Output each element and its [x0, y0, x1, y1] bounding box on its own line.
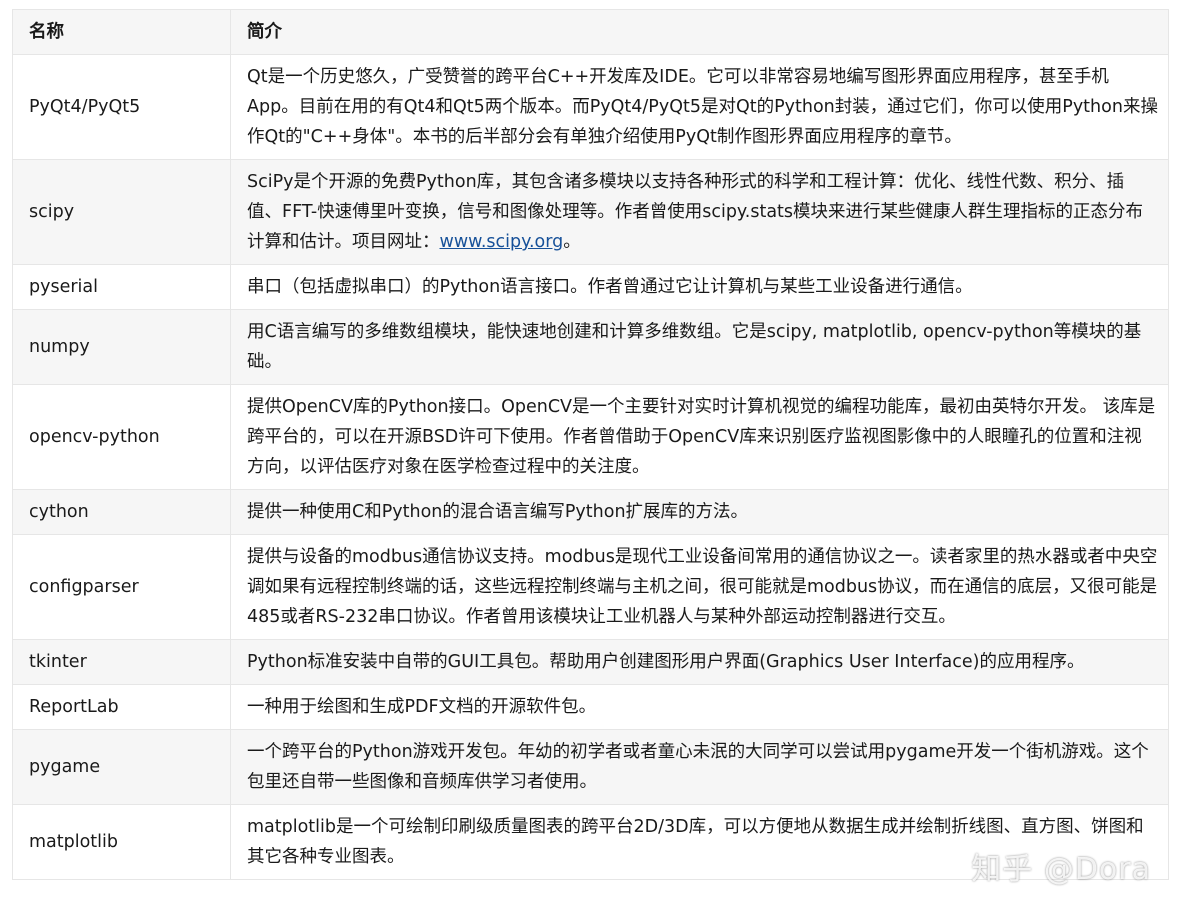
- row-description: 用C语言编写的多维数组模块，能快速地创建和计算多维数组。它是scipy, mat…: [230, 309, 1169, 385]
- row-description: 一种用于绘图和生成PDF文档的开源软件包。: [230, 684, 1169, 730]
- scipy-website-link[interactable]: www.scipy.org: [440, 232, 564, 252]
- row-description-text: SciPy是个开源的免费Python库，其包含诸多模块以支持各种形式的科学和工程…: [247, 172, 1144, 252]
- header-description: 简介: [230, 9, 1169, 55]
- table-row: opencv-python 提供OpenCV库的Python接口。OpenCV是…: [12, 384, 1169, 490]
- row-description: Python标准安装中自带的GUI工具包。帮助用户创建图形用户界面(Graphi…: [230, 639, 1169, 685]
- table-row: pyserial 串口（包括虚拟串口）的Python语言接口。作者曾通过它让计算…: [12, 264, 1169, 310]
- row-description: Qt是一个历史悠久，广受赞誉的跨平台C++开发库及IDE。它可以非常容易地编写图…: [230, 54, 1169, 160]
- table-row: ReportLab 一种用于绘图和生成PDF文档的开源软件包。: [12, 684, 1169, 730]
- table-row: pygame 一个跨平台的Python游戏开发包。年幼的初学者或者童心未泯的大同…: [12, 729, 1169, 805]
- watermark: 知乎 @Dora: [971, 852, 1151, 887]
- table-header-row: 名称 简介: [12, 9, 1169, 55]
- row-name: opencv-python: [12, 384, 231, 490]
- row-description: SciPy是个开源的免费Python库，其包含诸多模块以支持各种形式的科学和工程…: [230, 159, 1169, 265]
- row-name: scipy: [12, 159, 231, 265]
- row-description: 一个跨平台的Python游戏开发包。年幼的初学者或者童心未泯的大同学可以尝试用p…: [230, 729, 1169, 805]
- table-row: scipy SciPy是个开源的免费Python库，其包含诸多模块以支持各种形式…: [12, 159, 1169, 265]
- table-row: cython 提供一种使用C和Python的混合语言编写Python扩展库的方法…: [12, 489, 1169, 535]
- row-name: pyserial: [12, 264, 231, 310]
- row-description: 提供与设备的modbus通信协议支持。modbus是现代工业设备间常用的通信协议…: [230, 534, 1169, 640]
- row-description-suffix: 。: [563, 232, 581, 252]
- row-description: 串口（包括虚拟串口）的Python语言接口。作者曾通过它让计算机与某些工业设备进…: [230, 264, 1169, 310]
- table-row: tkinter Python标准安装中自带的GUI工具包。帮助用户创建图形用户界…: [12, 639, 1169, 685]
- table-row: numpy 用C语言编写的多维数组模块，能快速地创建和计算多维数组。它是scip…: [12, 309, 1169, 385]
- row-name: configparser: [12, 534, 231, 640]
- library-table-container: 名称 简介 PyQt4/PyQt5 Qt是一个历史悠久，广受赞誉的跨平台C++开…: [12, 9, 1169, 880]
- row-name: ReportLab: [12, 684, 231, 730]
- row-name: matplotlib: [12, 804, 231, 880]
- row-description: 提供OpenCV库的Python接口。OpenCV是一个主要针对实时计算机视觉的…: [230, 384, 1169, 490]
- row-description: 提供一种使用C和Python的混合语言编写Python扩展库的方法。: [230, 489, 1169, 535]
- row-name: cython: [12, 489, 231, 535]
- row-name: numpy: [12, 309, 231, 385]
- row-name: tkinter: [12, 639, 231, 685]
- table-row: configparser 提供与设备的modbus通信协议支持。modbus是现…: [12, 534, 1169, 640]
- row-name: PyQt4/PyQt5: [12, 54, 231, 160]
- library-table: 名称 简介 PyQt4/PyQt5 Qt是一个历史悠久，广受赞誉的跨平台C++开…: [12, 9, 1169, 880]
- row-name: pygame: [12, 729, 231, 805]
- table-row: PyQt4/PyQt5 Qt是一个历史悠久，广受赞誉的跨平台C++开发库及IDE…: [12, 54, 1169, 160]
- header-name: 名称: [12, 9, 231, 55]
